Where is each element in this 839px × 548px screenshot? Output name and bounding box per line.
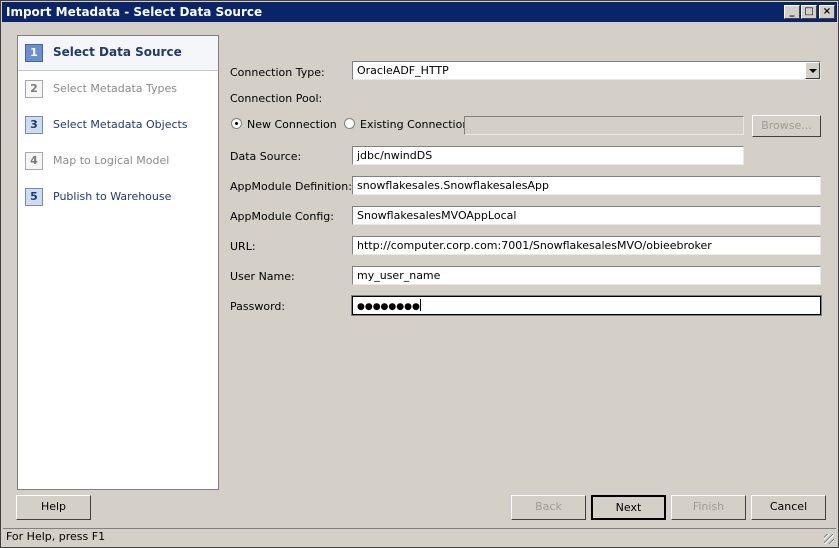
text-caret [419,299,421,311]
step-publish-to-warehouse[interactable]: 5 Publish to Warehouse [18,180,218,214]
step-number: 2 [25,80,43,98]
step-number: 3 [25,116,43,134]
step-label: Map to Logical Model [53,154,170,167]
step-label: Select Metadata Types [53,82,178,95]
status-text: For Help, press F1 [6,530,106,543]
close-button[interactable]: × [819,5,835,19]
next-button[interactable]: Next [591,495,666,520]
close-icon: × [822,6,832,17]
step-label: Select Metadata Objects [53,118,188,131]
url-label: URL: [230,240,256,253]
existing-connection-label[interactable]: Existing Connection [360,118,469,131]
existing-connection-field[interactable] [464,116,744,135]
chevron-down-icon[interactable] [805,62,820,79]
password-value: ●●●●●●●● [357,302,420,312]
step-select-metadata-types: 2 Select Metadata Types [18,72,218,106]
cancel-button[interactable]: Cancel [751,495,826,520]
step-number: 5 [25,188,43,206]
step-number: 1 [25,44,43,62]
maximize-button[interactable]: □ [801,5,817,19]
data-source-field[interactable]: jdbc/nwindDS [352,146,744,165]
step-select-metadata-objects[interactable]: 3 Select Metadata Objects [18,108,218,142]
appmodule-definition-label: AppModule Definition: [230,180,352,193]
wizard-steps-panel: 1 Select Data Source 2 Select Metadata T… [17,35,219,490]
user-name-field[interactable]: my_user_name [352,266,821,285]
window-title: Import Metadata - Select Data Source [6,5,263,19]
appmodule-definition-field[interactable]: snowflakesales.SnowflakesalesApp [352,176,821,195]
password-field[interactable]: ●●●●●●●● [351,295,822,316]
existing-connection-radio[interactable] [344,118,355,129]
appmodule-config-label: AppModule Config: [230,210,334,223]
minimize-icon: _ [789,6,795,17]
connection-type-select[interactable]: OracleADF_HTTP [352,61,821,80]
connection-type-value: OracleADF_HTTP [357,64,449,77]
step-number: 4 [25,152,43,170]
new-connection-label[interactable]: New Connection [247,118,337,131]
step-label: Select Data Source [53,45,182,59]
maximize-icon: □ [804,6,814,17]
new-connection-radio[interactable] [231,118,242,129]
password-label: Password: [230,300,286,313]
help-button[interactable]: Help [16,495,91,520]
status-bar: For Help, press F1 [3,528,836,546]
import-metadata-dialog: Import Metadata - Select Data Source _ □… [0,0,839,548]
step-select-data-source[interactable]: 1 Select Data Source [18,36,218,71]
connection-type-label: Connection Type: [230,66,325,79]
back-button[interactable]: Back [511,495,586,520]
user-name-label: User Name: [230,270,295,283]
step-label: Publish to Warehouse [53,190,172,203]
title-bar[interactable]: Import Metadata - Select Data Source _ □… [2,2,837,22]
appmodule-config-field[interactable]: SnowflakesalesMVOAppLocal [352,206,821,225]
finish-button[interactable]: Finish [671,495,746,520]
browse-button[interactable]: Browse... [752,115,821,137]
resize-grip-icon[interactable] [824,534,834,544]
url-field[interactable]: http://computer.corp.com:7001/Snowflakes… [352,236,821,255]
minimize-button[interactable]: _ [784,5,800,19]
step-map-to-logical-model: 4 Map to Logical Model [18,144,218,178]
connection-pool-label: Connection Pool: [230,92,323,105]
data-source-label: Data Source: [230,150,302,163]
